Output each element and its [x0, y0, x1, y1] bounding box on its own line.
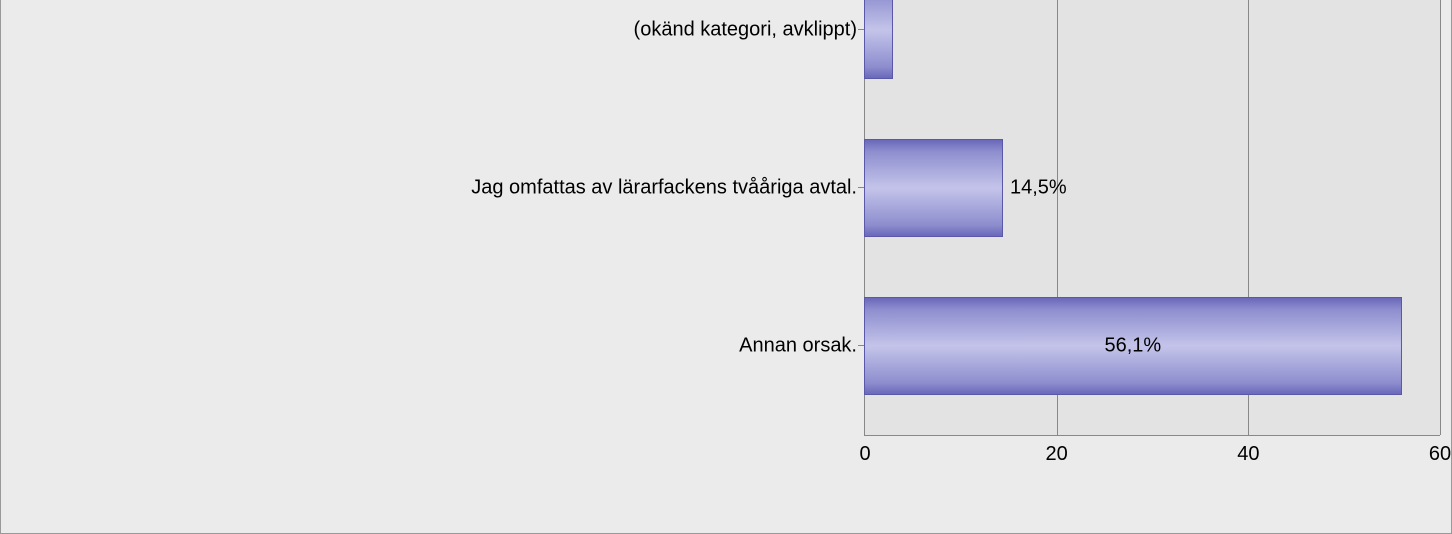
x-tick-label: 40	[1237, 443, 1259, 466]
bar	[864, 0, 893, 79]
x-tick-label: 20	[1046, 443, 1068, 466]
gridline	[1440, 0, 1441, 435]
category-label: (okänd kategori, avklippt)	[634, 19, 857, 42]
category-label: Annan orsak.	[739, 335, 857, 358]
bar: 14,5%	[864, 139, 1003, 237]
x-tick-label: 0	[859, 443, 870, 466]
bar-value-label: 56,1%	[1104, 335, 1161, 358]
chart-container: 0 20 40 60 (okänd kategori, avklippt) 14,5% Ja…	[0, 0, 1452, 534]
bar-value-label: 14,5%	[1010, 177, 1067, 200]
category-label: Jag omfattas av lärarfackens tvååriga av…	[471, 177, 857, 200]
x-tick-label: 60	[1429, 443, 1451, 466]
bar: 56,1%	[864, 297, 1402, 395]
plot-area: 0204060(okänd kategori, avklippt)14,5%Ja…	[864, 0, 1440, 436]
